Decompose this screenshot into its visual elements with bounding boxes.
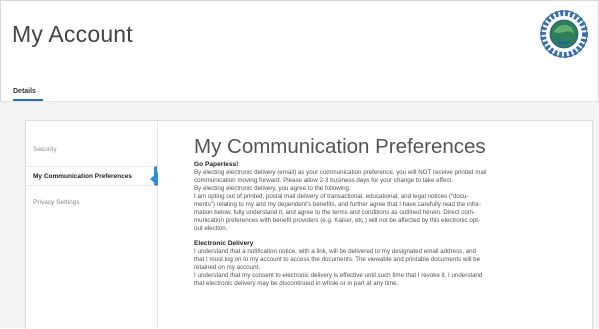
paragraph-line: I am opting out of printed, postal mail … bbox=[194, 193, 469, 200]
sidebar-item-security[interactable]: Security bbox=[26, 140, 157, 160]
electronic-delivery-heading: Electronic Delivery bbox=[194, 240, 254, 247]
active-item-arrow-icon bbox=[150, 172, 158, 186]
settings-sidebar: Security My Communication Preferences Pr… bbox=[26, 121, 158, 328]
paragraph-line: mation below, fully understand it, and a… bbox=[194, 209, 475, 216]
paragraph-line: out election. bbox=[194, 225, 228, 232]
paragraph-line: communication moving forward. Please all… bbox=[194, 177, 453, 184]
paragraph-line: I understand that my consent to electron… bbox=[194, 272, 483, 279]
paragraph-line: retained on my account. bbox=[194, 264, 261, 271]
sidebar-item-communication-preferences[interactable]: My Communication Preferences bbox=[26, 166, 157, 186]
tab-details[interactable]: Details bbox=[13, 88, 36, 95]
go-paperless-heading: Go Paperless! bbox=[194, 161, 239, 168]
paragraph-line: that I must log on to my account to acce… bbox=[194, 256, 481, 263]
paragraph-line: that electronic delivery may be disconti… bbox=[194, 280, 399, 287]
paragraph-line: I understand that a notification notice,… bbox=[194, 248, 477, 255]
paragraph-line: By electing electronic delivery, you agr… bbox=[194, 185, 351, 192]
paragraph-line: ments”) relating to my and my dependent’… bbox=[194, 201, 482, 208]
sidebar-item-privacy-settings[interactable]: Privacy Settings bbox=[26, 193, 157, 213]
communication-preferences-content: My Communication Preferences Go Paperles… bbox=[194, 135, 586, 328]
union-logo-icon bbox=[540, 10, 588, 58]
paragraph-line: By electing electronic delivery (email) … bbox=[194, 169, 487, 176]
section-title: My Communication Preferences bbox=[194, 135, 486, 158]
page-title: My Account bbox=[12, 21, 133, 48]
paragraph-line: munication preferences with benefit prov… bbox=[194, 217, 481, 224]
